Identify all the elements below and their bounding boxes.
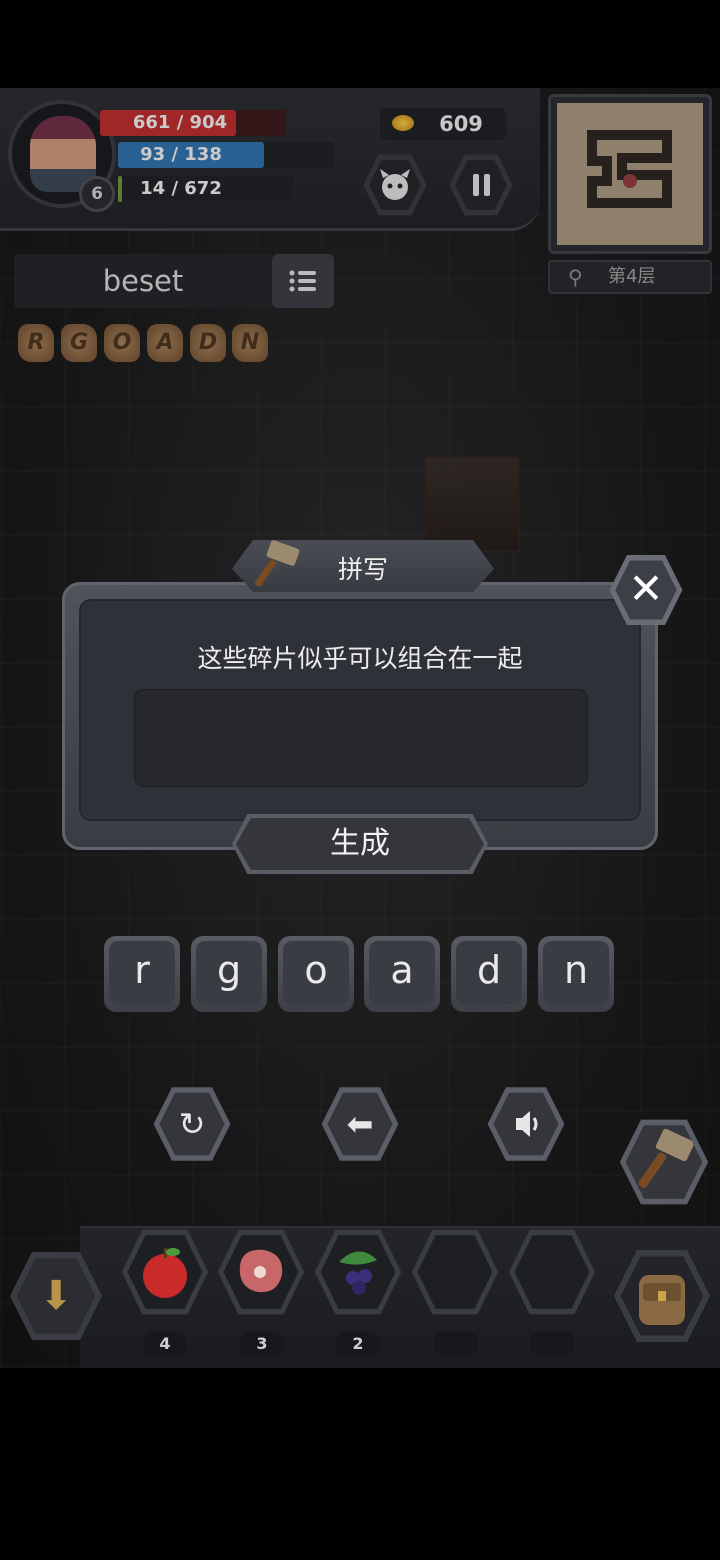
- refresh-icon: ↻: [159, 1092, 225, 1156]
- item-count: [530, 1332, 574, 1356]
- hammer-icon: [625, 1125, 703, 1199]
- letter-key-label: n: [543, 941, 609, 1004]
- close-icon: ✕: [615, 560, 677, 620]
- spelling-input[interactable]: [134, 689, 588, 787]
- generate-button-label: 生成: [236, 818, 484, 870]
- letter-key-label: r: [109, 941, 175, 1004]
- apple-icon: [127, 1235, 203, 1309]
- letter-key[interactable]: d: [451, 936, 527, 1012]
- item-count: [434, 1332, 478, 1356]
- berries-icon: [320, 1235, 396, 1309]
- letter-key[interactable]: a: [364, 936, 440, 1012]
- generate-button[interactable]: 生成: [232, 814, 488, 874]
- letter-key[interactable]: o: [278, 936, 354, 1012]
- meat-icon: [223, 1235, 299, 1309]
- letter-key[interactable]: r: [104, 936, 180, 1012]
- item-count: 2: [336, 1332, 380, 1356]
- item-count: 4: [143, 1332, 187, 1356]
- game-screen: 6 661 / 904 93 / 138 14 / 672 609 ⚲ 第4层 …: [0, 88, 720, 1368]
- empty-slot: [514, 1235, 590, 1309]
- speaker-icon: [493, 1092, 559, 1156]
- arrow-down-icon: ⬇: [16, 1258, 96, 1334]
- hammer-icon: [248, 540, 300, 592]
- letter-key-label: g: [196, 941, 262, 1004]
- letter-key[interactable]: n: [538, 936, 614, 1012]
- dialog-message: 这些碎片似乎可以组合在一起: [197, 644, 523, 673]
- letter-key[interactable]: g: [191, 936, 267, 1012]
- empty-slot: [417, 1235, 493, 1309]
- backpack-icon: [620, 1256, 704, 1336]
- item-count: 3: [240, 1332, 284, 1356]
- letter-key-label: o: [283, 941, 349, 1004]
- letter-key-label: d: [456, 941, 522, 1004]
- arrow-left-icon: ⬅: [327, 1092, 393, 1156]
- letter-key-label: a: [369, 941, 435, 1004]
